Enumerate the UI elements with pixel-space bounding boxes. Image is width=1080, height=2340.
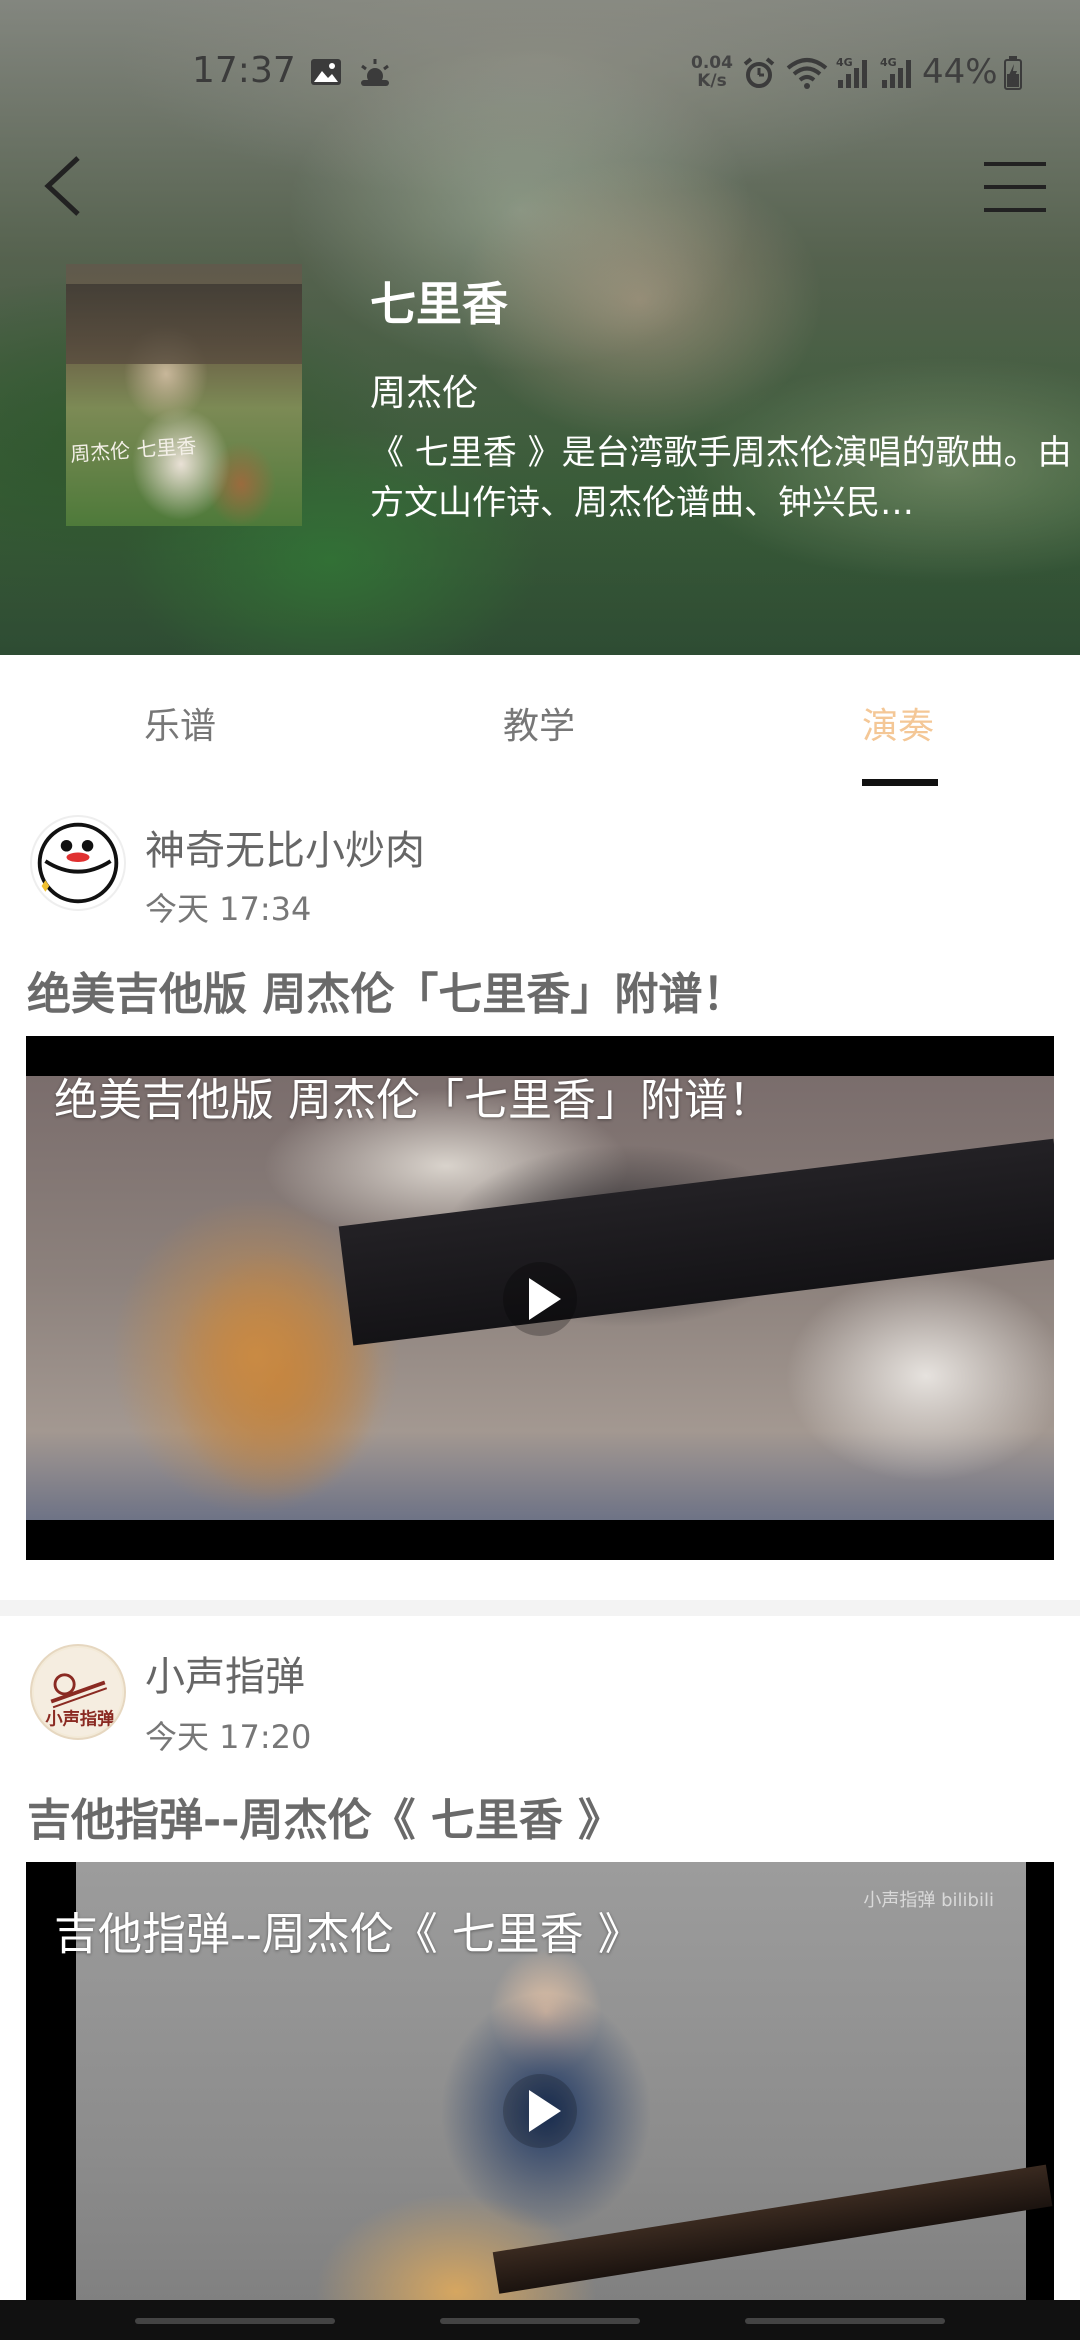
alarm-icon: [743, 57, 775, 88]
song-detail-screen: 17:37 0.04 K/s 4G 4G 44% 周杰伦 七里香 七里香 周杰伦…: [0, 0, 1080, 2340]
tab-performance[interactable]: 演奏: [862, 697, 934, 749]
hamburger-menu-icon[interactable]: [982, 158, 1048, 216]
gesture-handle[interactable]: [745, 2318, 945, 2324]
song-artist[interactable]: 周杰伦: [370, 364, 478, 416]
album-cover: 周杰伦 七里香: [66, 264, 302, 526]
gesture-handle[interactable]: [135, 2318, 335, 2324]
image-icon: [311, 59, 341, 85]
song-description[interactable]: 《 七里香 》是台湾歌手周杰伦演唱的歌曲。由方文山作诗、周杰伦谱曲、钟兴民…: [370, 428, 1080, 528]
network-speed: 0.04 K/s: [690, 54, 734, 90]
video-player[interactable]: 小声指弹 bilibili 吉他指弹--周杰伦《 七里香 》: [26, 1862, 1054, 2340]
status-time: 17:37: [192, 50, 296, 91]
battery-percent: 44%: [922, 52, 998, 92]
avatar[interactable]: 小声指弹: [30, 1644, 126, 1740]
video-player[interactable]: 绝美吉他版 周杰伦「七里香」附谱！: [26, 1036, 1054, 1560]
signal-4g-icon: 4G: [836, 56, 867, 88]
video-watermark: 小声指弹 bilibili: [863, 1890, 994, 1911]
author-name[interactable]: 小声指弹: [145, 1644, 305, 1702]
post-time: 今天 17:34: [145, 890, 312, 928]
play-icon[interactable]: [501, 2072, 579, 2150]
post-title[interactable]: 吉他指弹--周杰伦《 七里香 》: [27, 1784, 622, 1848]
avatar[interactable]: [30, 815, 126, 911]
gesture-handle[interactable]: [440, 2318, 640, 2324]
song-header: 17:37 0.04 K/s 4G 4G 44% 周杰伦 七里香 七里香 周杰伦…: [0, 0, 1080, 655]
weather-icon: [361, 59, 389, 86]
video-caption: 绝美吉他版 周杰伦「七里香」附谱！: [54, 1075, 772, 1126]
wifi-icon: [786, 58, 828, 89]
song-title: 七里香: [370, 277, 508, 331]
status-bar: 17:37 0.04 K/s 4G 4G 44%: [0, 0, 1080, 150]
svg-text:4G: 4G: [836, 56, 853, 69]
guitar-neck-graphic: [338, 1138, 1054, 1346]
network-speed-unit: K/s: [697, 71, 727, 91]
tab-tutorial[interactable]: 教学: [503, 697, 575, 749]
tab-bar: 乐谱 教学 演奏: [0, 655, 1080, 790]
active-tab-indicator: [862, 779, 938, 786]
author-name[interactable]: 神奇无比小炒肉: [145, 818, 425, 876]
tab-sheet-music[interactable]: 乐谱: [144, 697, 216, 749]
post-divider: [0, 1600, 1080, 1616]
navigation-gesture-bar: [0, 2300, 1080, 2340]
svg-text:小声指弹: 小声指弹: [45, 1709, 114, 1730]
post-title[interactable]: 绝美吉他版 周杰伦「七里香」附谱！: [27, 958, 746, 1022]
svg-text:4G: 4G: [880, 56, 897, 69]
guitar-neck-graphic: [492, 2164, 1053, 2294]
post-time: 今天 17:20: [145, 1718, 312, 1756]
album-cover-text: 周杰伦 七里香: [69, 433, 198, 467]
album-cover-art: [66, 284, 302, 364]
battery-charging-icon: [1004, 56, 1022, 90]
back-button[interactable]: [36, 150, 96, 222]
post-card: 小声指弹 小声指弹 今天 17:20 吉他指弹--周杰伦《 七里香 》 小声指弹…: [0, 1616, 1080, 2340]
network-speed-value: 0.04: [691, 53, 733, 73]
play-icon[interactable]: [501, 1260, 579, 1338]
video-caption: 吉他指弹--周杰伦《 七里香 》: [54, 1909, 642, 1960]
post-card: 神奇无比小炒肉 今天 17:34 绝美吉他版 周杰伦「七里香」附谱！ 绝美吉他版…: [0, 790, 1080, 1600]
signal-4g-icon: 4G: [880, 56, 911, 88]
